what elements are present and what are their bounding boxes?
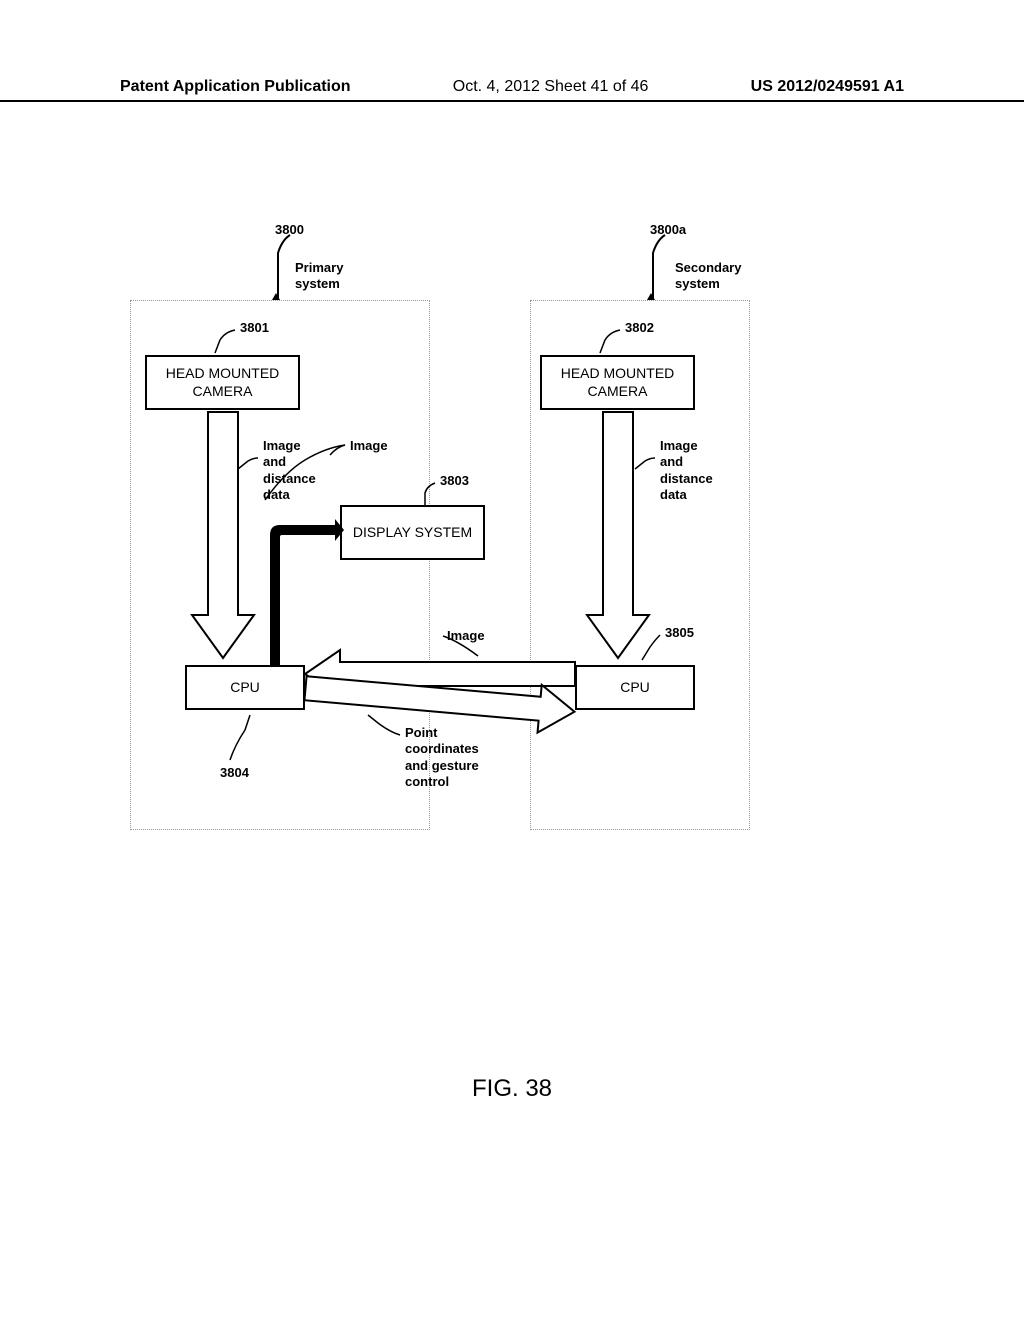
block-display: DISPLAY SYSTEM	[340, 505, 485, 560]
label-secondary-system: Secondary system	[675, 260, 741, 293]
block-cpu-left: CPU	[185, 665, 305, 710]
ref-secondary-sys: 3800a	[650, 222, 686, 238]
ref-cpu-right: 3805	[665, 625, 694, 641]
cam-left-text: HEAD MOUNTED CAMERA	[151, 365, 294, 400]
label-image-dist-right: Image and distance data	[660, 438, 713, 503]
header-mid: Oct. 4, 2012 Sheet 41 of 46	[453, 78, 649, 96]
page-header: Patent Application Publication Oct. 4, 2…	[0, 78, 1024, 102]
ref-display: 3803	[440, 473, 469, 489]
diagram-canvas: 3800 3800a Primary system Secondary syst…	[120, 190, 760, 840]
cpu-left-text: CPU	[230, 679, 260, 697]
label-primary-system: Primary system	[295, 260, 343, 293]
cam-right-text: HEAD MOUNTED CAMERA	[546, 365, 689, 400]
label-point-coords: Point coordinates and gesture control	[405, 725, 479, 790]
ref-primary-sys: 3800	[275, 222, 304, 238]
cpu-right-text: CPU	[620, 679, 650, 697]
header-right: US 2012/0249591 A1	[751, 78, 904, 96]
block-cpu-right: CPU	[575, 665, 695, 710]
ref-cam-right: 3802	[625, 320, 654, 336]
figure-caption: FIG. 38	[0, 1075, 1024, 1103]
block-cam-right: HEAD MOUNTED CAMERA	[540, 355, 695, 410]
block-cam-left: HEAD MOUNTED CAMERA	[145, 355, 300, 410]
ref-cam-left: 3801	[240, 320, 269, 336]
header-left: Patent Application Publication	[120, 78, 351, 96]
display-text: DISPLAY SYSTEM	[353, 524, 472, 542]
label-image-arrow: Image	[447, 628, 485, 644]
label-image-annot: Image	[350, 438, 388, 454]
label-image-dist-left: Image and distance data	[263, 438, 316, 503]
ref-cpu-left: 3804	[220, 765, 249, 781]
